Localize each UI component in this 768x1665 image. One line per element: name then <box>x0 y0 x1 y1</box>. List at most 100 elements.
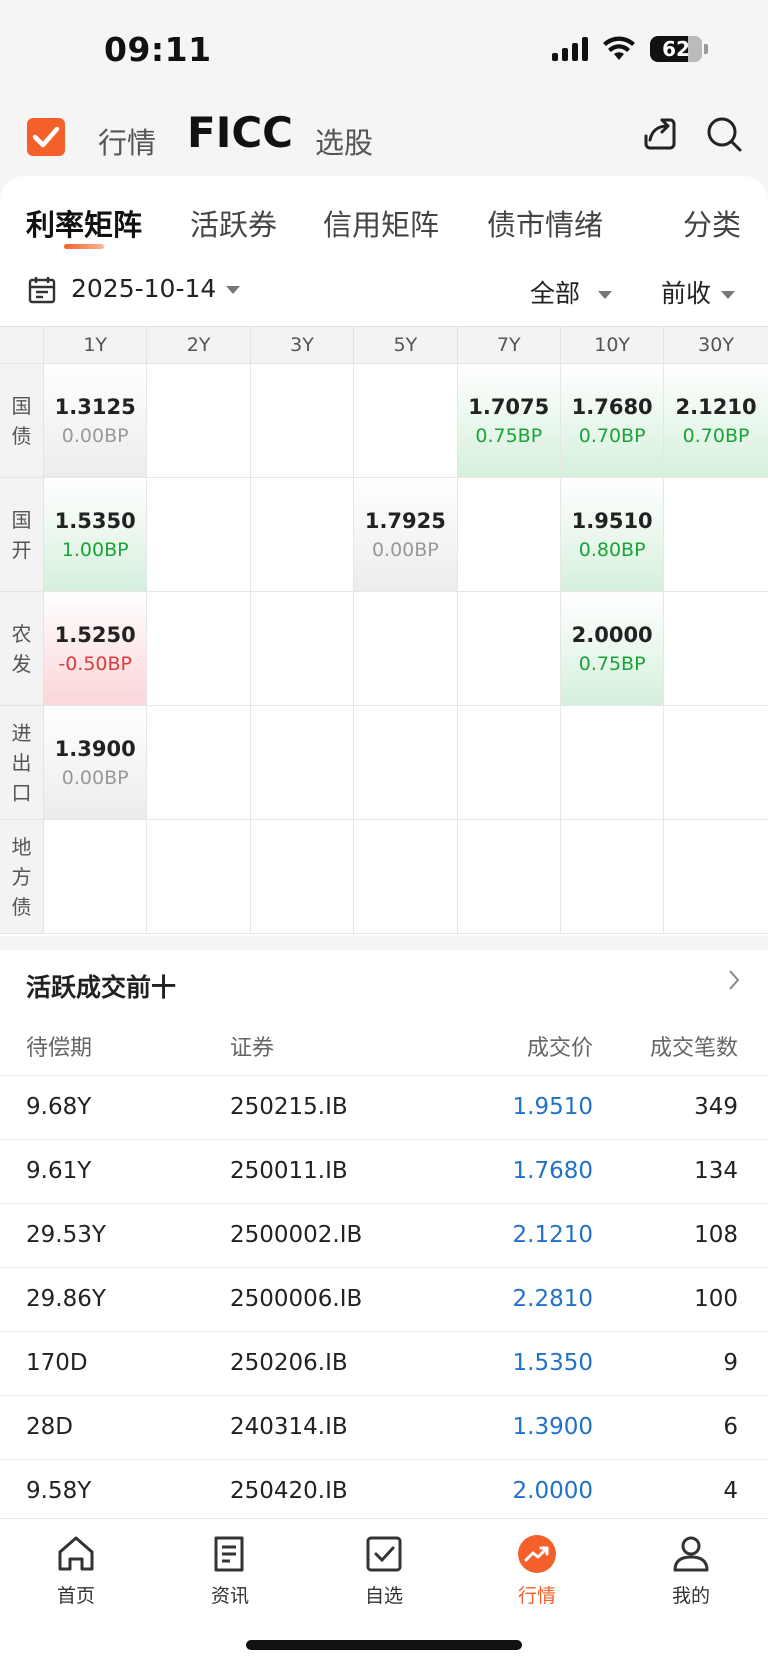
term: 29.53Y <box>26 1222 106 1248</box>
trade-price: 2.2810 <box>512 1286 593 1312</box>
empty-cell <box>560 820 665 934</box>
term: 9.68Y <box>26 1094 92 1120</box>
table-row[interactable]: 28D 240314.IB 1.3900 6 <box>0 1395 768 1459</box>
battery-icon: 62 <box>650 36 708 62</box>
bp-change: -0.50BP <box>58 652 133 675</box>
bp-change: 0.80BP <box>578 538 646 561</box>
nav-profile[interactable]: 我的 <box>641 1533 741 1608</box>
subtab-rate-matrix[interactable]: 利率矩阵 <box>26 202 142 244</box>
subtab-category[interactable]: 分类 <box>683 202 741 244</box>
subtab-active-bonds[interactable]: 活跃券 <box>190 202 277 244</box>
matrix-column-header: 1Y <box>44 326 148 364</box>
empty-cell <box>250 820 355 934</box>
news-icon <box>214 1536 244 1572</box>
rate-cell[interactable]: 2.0000 0.75BP <box>560 592 665 706</box>
compare-filter[interactable]: 前收 <box>661 274 736 310</box>
table-row[interactable]: 29.53Y 2500002.IB 2.1210 108 <box>0 1203 768 1267</box>
nav-home[interactable]: 首页 <box>26 1533 126 1608</box>
rate-matrix-table: 1Y 2Y 3Y 5Y 7Y 10Y 30Y 国债 1.3125 0.00BP 1.7075 0.75… <box>0 326 768 934</box>
trade-price: 1.3900 <box>512 1414 593 1440</box>
matrix-column-header: 10Y <box>560 326 665 364</box>
header-security: 证券 <box>230 1036 275 1061</box>
yield-value: 1.7075 <box>468 394 550 419</box>
empty-cell <box>250 592 355 706</box>
chevron-right-icon[interactable] <box>726 968 742 992</box>
bp-change: 0.70BP <box>682 424 750 447</box>
table-row[interactable]: 170D 250206.IB 1.5350 9 <box>0 1331 768 1395</box>
nav-news[interactable]: 资讯 <box>180 1533 280 1608</box>
rate-cell[interactable]: 1.7075 0.75BP <box>457 364 561 478</box>
empty-cell <box>354 706 458 820</box>
row-label-char: 债 <box>11 894 32 919</box>
yield-value: 2.1210 <box>675 394 757 419</box>
chevron-down-icon <box>721 291 736 299</box>
nav-watchlist[interactable]: 自选 <box>334 1533 434 1608</box>
table-row[interactable]: 9.61Y 250011.IB 1.7680 134 <box>0 1139 768 1203</box>
header-count: 成交笔数 <box>649 1036 738 1061</box>
yield-value: 1.3900 <box>54 736 136 761</box>
date-filter[interactable]: 2025-10-14 <box>71 274 241 303</box>
subtab-credit-matrix[interactable]: 信用矩阵 <box>323 202 439 244</box>
trade-count: 4 <box>723 1478 738 1504</box>
trade-price: 1.7680 <box>512 1158 593 1184</box>
empty-cell <box>354 592 458 706</box>
nav-label: 自选 <box>364 1585 403 1607</box>
row-label-char: 开 <box>11 537 32 562</box>
row-label-char: 发 <box>11 651 32 676</box>
matrix-column-header: 3Y <box>250 326 355 364</box>
empty-cell <box>250 706 355 820</box>
sub-tabs: 利率矩阵 活跃券 信用矩阵 债市情绪 分类 <box>0 202 768 252</box>
nav-market[interactable]: 行情 <box>487 1533 587 1608</box>
matrix-row-label: 农发 <box>0 592 44 706</box>
calendar-icon[interactable] <box>28 276 56 304</box>
security-code: 2500002.IB <box>230 1222 363 1248</box>
rate-cell[interactable]: 2.1210 0.70BP <box>664 364 768 478</box>
empty-cell <box>664 592 768 706</box>
tab-ficc[interactable]: FICC <box>187 108 293 157</box>
empty-cell <box>354 364 458 478</box>
rate-cell[interactable]: 1.9510 0.80BP <box>560 478 665 592</box>
rate-cell[interactable]: 1.3900 0.00BP <box>44 706 148 820</box>
matrix-column-header: 30Y <box>664 326 768 364</box>
yield-value: 1.3125 <box>54 394 136 419</box>
bp-change: 1.00BP <box>61 538 129 561</box>
row-label-char: 农 <box>11 621 32 646</box>
term: 28D <box>26 1414 73 1440</box>
subtab-bond-sentiment[interactable]: 债市情绪 <box>487 202 603 244</box>
table-row[interactable]: 9.68Y 250215.IB 1.9510 349 <box>0 1075 768 1139</box>
rate-cell[interactable]: 1.5350 1.00BP <box>44 478 148 592</box>
table-row[interactable]: 9.58Y 250420.IB 2.0000 4 <box>0 1459 768 1523</box>
bp-change: 0.00BP <box>61 424 129 447</box>
chevron-down-icon <box>598 291 613 299</box>
term: 9.61Y <box>26 1158 92 1184</box>
security-code: 250215.IB <box>230 1094 348 1120</box>
trade-count: 349 <box>694 1094 738 1120</box>
rate-cell[interactable]: 1.7680 0.70BP <box>560 364 665 478</box>
home-icon <box>58 1536 94 1571</box>
rate-cell[interactable]: 1.3125 0.00BP <box>44 364 148 478</box>
empty-cell <box>44 820 148 934</box>
term: 29.86Y <box>26 1286 106 1312</box>
share-icon[interactable] <box>640 114 680 154</box>
active-tab-indicator <box>64 244 104 249</box>
rate-cell[interactable]: 1.5250 -0.50BP <box>44 592 148 706</box>
matrix-row: 农发 1.5250 -0.50BP 2.0000 0.75BP <box>0 592 768 706</box>
yield-value: 1.9510 <box>571 508 653 533</box>
empty-cell <box>664 820 768 934</box>
home-indicator <box>246 1640 522 1650</box>
empty-cell <box>457 820 561 934</box>
yield-value: 1.7680 <box>571 394 653 419</box>
rate-cell[interactable]: 1.7925 0.00BP <box>354 478 458 592</box>
scope-filter[interactable]: 全部 <box>530 274 613 310</box>
app-logo <box>27 118 65 156</box>
table-row[interactable]: 29.86Y 2500006.IB 2.2810 100 <box>0 1267 768 1331</box>
search-icon[interactable] <box>704 114 744 154</box>
trade-count: 108 <box>694 1222 738 1248</box>
active-list: 9.68Y 250215.IB 1.9510 349 9.61Y 250011.IB 1.7… <box>0 1075 768 1523</box>
top-nav: 行情 FICC 选股 <box>0 100 768 178</box>
matrix-row-label: 国债 <box>0 364 44 478</box>
trade-count: 134 <box>694 1158 738 1184</box>
status-time: 09:11 <box>104 30 212 69</box>
tab-market[interactable]: 行情 <box>98 120 156 162</box>
tab-stock-picker[interactable]: 选股 <box>315 120 373 162</box>
